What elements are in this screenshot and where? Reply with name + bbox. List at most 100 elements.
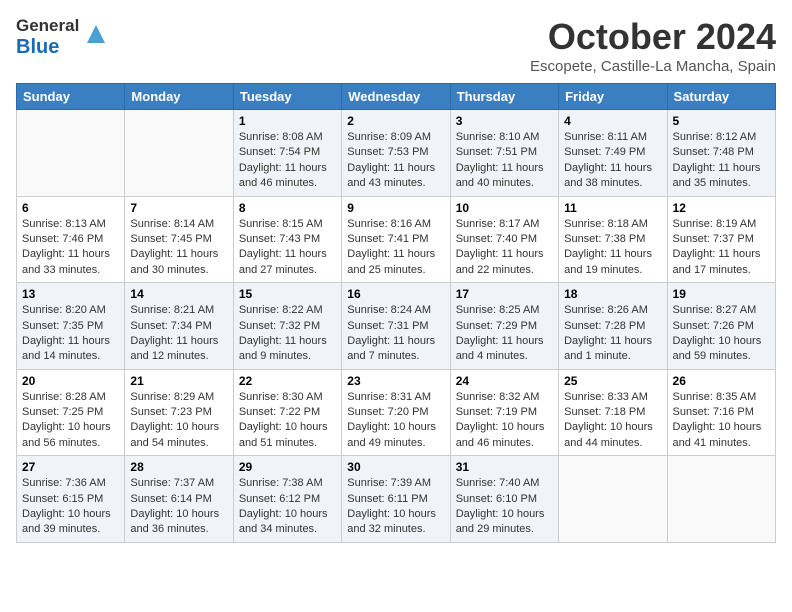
calendar-cell: 30 Sunrise: 7:39 AMSunset: 6:11 PMDayligh… — [342, 456, 450, 543]
day-info: Sunrise: 7:37 AMSunset: 6:14 PMDaylight:… — [130, 476, 227, 538]
calendar-cell: 22 Sunrise: 8:30 AMSunset: 7:22 PMDayligh… — [233, 369, 341, 456]
week-row-1: 1Sunrise: 8:08 AMSunset: 7:54 PMDaylight… — [17, 110, 776, 197]
day-info: Sunrise: 7:36 AMSunset: 6:15 PMDaylight:… — [22, 476, 119, 538]
day-info: Sunrise: 8:13 AMSunset: 7:46 PMDaylight:… — [22, 217, 119, 279]
calendar-cell — [17, 110, 125, 197]
day-info: Sunrise: 8:20 AMSunset: 7:35 PMDaylight:… — [22, 303, 119, 365]
day-info: Sunrise: 8:11 AMSunset: 7:49 PMDaylight:… — [564, 130, 661, 192]
calendar-cell: 4 Sunrise: 8:11 AMSunset: 7:49 PMDaylight… — [559, 110, 667, 197]
week-row-2: 6 Sunrise: 8:13 AMSunset: 7:46 PMDaylight… — [17, 196, 776, 283]
weekday-saturday: Saturday — [667, 84, 775, 110]
day-info: Sunrise: 7:38 AMSunset: 6:12 PMDaylight:… — [239, 476, 336, 538]
day-info: Sunrise: 8:32 AMSunset: 7:19 PMDaylight:… — [456, 390, 553, 452]
day-number: 31 — [456, 460, 553, 474]
calendar-cell — [667, 456, 775, 543]
day-number: 18 — [564, 287, 661, 301]
calendar-cell: 16 Sunrise: 8:24 AMSunset: 7:31 PMDayligh… — [342, 283, 450, 370]
day-number: 11 — [564, 201, 661, 215]
logo: General Blue — [16, 16, 107, 59]
day-number: 16 — [347, 287, 444, 301]
calendar-cell: 8 Sunrise: 8:15 AMSunset: 7:43 PMDaylight… — [233, 196, 341, 283]
calendar-cell — [559, 456, 667, 543]
day-number: 29 — [239, 460, 336, 474]
calendar-cell: 28Sunrise: 7:37 AMSunset: 6:14 PMDayligh… — [125, 456, 233, 543]
day-number: 27 — [22, 460, 119, 474]
day-number: 2 — [347, 114, 444, 128]
day-info: Sunrise: 8:21 AMSunset: 7:34 PMDaylight:… — [130, 303, 227, 365]
day-info: Sunrise: 8:33 AMSunset: 7:18 PMDaylight:… — [564, 390, 661, 452]
day-info: Sunrise: 8:19 AMSunset: 7:37 PMDaylight:… — [673, 217, 770, 279]
calendar-table: SundayMondayTuesdayWednesdayThursdayFrid… — [16, 83, 776, 543]
calendar-cell: 9Sunrise: 8:16 AMSunset: 7:41 PMDaylight… — [342, 196, 450, 283]
calendar-cell: 26 Sunrise: 8:35 AMSunset: 7:16 PMDayligh… — [667, 369, 775, 456]
calendar-cell: 20Sunrise: 8:28 AMSunset: 7:25 PMDayligh… — [17, 369, 125, 456]
month-title: October 2024 — [530, 16, 776, 58]
calendar-cell: 3Sunrise: 8:10 AMSunset: 7:51 PMDaylight… — [450, 110, 558, 197]
day-info: Sunrise: 8:35 AMSunset: 7:16 PMDaylight:… — [673, 390, 770, 452]
weekday-friday: Friday — [559, 84, 667, 110]
day-number: 5 — [673, 114, 770, 128]
day-info: Sunrise: 8:27 AMSunset: 7:26 PMDaylight:… — [673, 303, 770, 365]
day-number: 1 — [239, 114, 336, 128]
weekday-header-row: SundayMondayTuesdayWednesdayThursdayFrid… — [17, 84, 776, 110]
day-number: 15 — [239, 287, 336, 301]
calendar-cell — [125, 110, 233, 197]
calendar-cell: 14 Sunrise: 8:21 AMSunset: 7:34 PMDayligh… — [125, 283, 233, 370]
calendar-cell: 7Sunrise: 8:14 AMSunset: 7:45 PMDaylight… — [125, 196, 233, 283]
day-info: Sunrise: 8:16 AMSunset: 7:41 PMDaylight:… — [347, 217, 444, 279]
day-info: Sunrise: 8:12 AMSunset: 7:48 PMDaylight:… — [673, 130, 770, 192]
day-info: Sunrise: 8:15 AMSunset: 7:43 PMDaylight:… — [239, 217, 336, 279]
day-number: 26 — [673, 374, 770, 388]
calendar-cell: 25 Sunrise: 8:33 AMSunset: 7:18 PMDayligh… — [559, 369, 667, 456]
day-info: Sunrise: 8:28 AMSunset: 7:25 PMDaylight:… — [22, 390, 119, 452]
week-row-3: 13 Sunrise: 8:20 AMSunset: 7:35 PMDayligh… — [17, 283, 776, 370]
day-info: Sunrise: 8:24 AMSunset: 7:31 PMDaylight:… — [347, 303, 444, 365]
weekday-wednesday: Wednesday — [342, 84, 450, 110]
calendar-cell: 1Sunrise: 8:08 AMSunset: 7:54 PMDaylight… — [233, 110, 341, 197]
calendar-cell: 27 Sunrise: 7:36 AMSunset: 6:15 PMDayligh… — [17, 456, 125, 543]
logo-arrow-icon — [85, 23, 107, 45]
calendar-cell: 18Sunrise: 8:26 AMSunset: 7:28 PMDayligh… — [559, 283, 667, 370]
day-info: Sunrise: 8:10 AMSunset: 7:51 PMDaylight:… — [456, 130, 553, 192]
logo-blue: Blue — [16, 36, 59, 58]
calendar-cell: 12 Sunrise: 8:19 AMSunset: 7:37 PMDayligh… — [667, 196, 775, 283]
calendar-cell: 19 Sunrise: 8:27 AMSunset: 7:26 PMDayligh… — [667, 283, 775, 370]
week-row-5: 27 Sunrise: 7:36 AMSunset: 6:15 PMDayligh… — [17, 456, 776, 543]
calendar-cell: 29 Sunrise: 7:38 AMSunset: 6:12 PMDayligh… — [233, 456, 341, 543]
day-number: 8 — [239, 201, 336, 215]
day-number: 14 — [130, 287, 227, 301]
calendar-cell: 23Sunrise: 8:31 AMSunset: 7:20 PMDayligh… — [342, 369, 450, 456]
calendar-cell: 17 Sunrise: 8:25 AMSunset: 7:29 PMDayligh… — [450, 283, 558, 370]
calendar-cell: 21 Sunrise: 8:29 AMSunset: 7:23 PMDayligh… — [125, 369, 233, 456]
calendar-cell: 24Sunrise: 8:32 AMSunset: 7:19 PMDayligh… — [450, 369, 558, 456]
calendar-cell: 6 Sunrise: 8:13 AMSunset: 7:46 PMDaylight… — [17, 196, 125, 283]
day-info: Sunrise: 7:39 AMSunset: 6:11 PMDaylight:… — [347, 476, 444, 538]
day-number: 25 — [564, 374, 661, 388]
day-info: Sunrise: 8:29 AMSunset: 7:23 PMDaylight:… — [130, 390, 227, 452]
day-number: 7 — [130, 201, 227, 215]
day-info: Sunrise: 8:25 AMSunset: 7:29 PMDaylight:… — [456, 303, 553, 365]
weekday-sunday: Sunday — [17, 84, 125, 110]
day-number: 4 — [564, 114, 661, 128]
calendar-cell: 31Sunrise: 7:40 AMSunset: 6:10 PMDayligh… — [450, 456, 558, 543]
day-number: 23 — [347, 374, 444, 388]
calendar-cell: 5 Sunrise: 8:12 AMSunset: 7:48 PMDaylight… — [667, 110, 775, 197]
day-number: 30 — [347, 460, 444, 474]
title-block: October 2024 Escopete, Castille-La Manch… — [530, 16, 776, 75]
day-number: 13 — [22, 287, 119, 301]
day-info: Sunrise: 8:18 AMSunset: 7:38 PMDaylight:… — [564, 217, 661, 279]
day-number: 22 — [239, 374, 336, 388]
day-number: 17 — [456, 287, 553, 301]
day-number: 12 — [673, 201, 770, 215]
calendar-body: 1Sunrise: 8:08 AMSunset: 7:54 PMDaylight… — [17, 110, 776, 543]
week-row-4: 20Sunrise: 8:28 AMSunset: 7:25 PMDayligh… — [17, 369, 776, 456]
day-number: 19 — [673, 287, 770, 301]
day-info: Sunrise: 8:09 AMSunset: 7:53 PMDaylight:… — [347, 130, 444, 192]
calendar-cell: 2 Sunrise: 8:09 AMSunset: 7:53 PMDaylight… — [342, 110, 450, 197]
day-number: 6 — [22, 201, 119, 215]
day-info: Sunrise: 8:30 AMSunset: 7:22 PMDaylight:… — [239, 390, 336, 452]
calendar-cell: 10Sunrise: 8:17 AMSunset: 7:40 PMDayligh… — [450, 196, 558, 283]
day-info: Sunrise: 8:17 AMSunset: 7:40 PMDaylight:… — [456, 217, 553, 279]
day-number: 21 — [130, 374, 227, 388]
calendar-cell: 15Sunrise: 8:22 AMSunset: 7:32 PMDayligh… — [233, 283, 341, 370]
